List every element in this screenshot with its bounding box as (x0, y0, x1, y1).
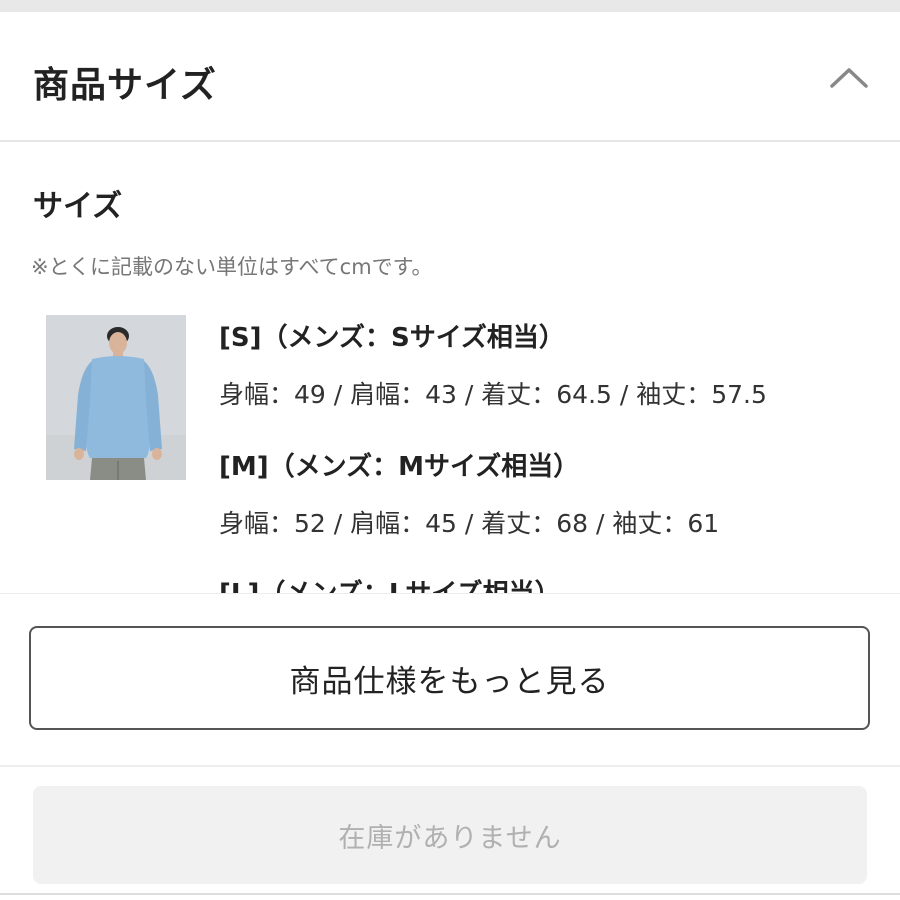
size-label: [L]（メンズ：Lサイズ相当） (219, 573, 561, 593)
size-label: [M]（メンズ：Mサイズ相当） (219, 452, 580, 482)
size-content: サイズ ※とくに記載のない単位はすべてcmです。 [S]（メンズ：Sサイズ相当）… (0, 143, 900, 593)
size-label: [S]（メンズ：Sサイズ相当） (219, 323, 565, 353)
section-header[interactable]: 商品サイズ (0, 12, 900, 142)
size-entry-l: [L]（メンズ：Lサイズ相当） (219, 573, 561, 593)
size-subtitle: サイズ (33, 189, 123, 224)
out-of-stock-button: 在庫がありません (33, 786, 867, 884)
size-measurements: 身幅：52 / 肩幅：45 / 着丈：68 / 袖丈：61 (219, 509, 720, 538)
size-measurements: 身幅：49 / 肩幅：43 / 着丈：64.5 / 袖丈：57.5 (219, 380, 767, 409)
size-entry-m: [M]（メンズ：Mサイズ相当） 身幅：52 / 肩幅：45 / 着丈：68 / … (219, 446, 719, 540)
content-divider (0, 593, 900, 594)
bottom-divider (0, 765, 900, 767)
top-strip (0, 0, 900, 12)
section-title: 商品サイズ (33, 65, 217, 106)
product-image (46, 315, 186, 480)
size-entry-s: [S]（メンズ：Sサイズ相当） 身幅：49 / 肩幅：43 / 着丈：64.5 … (219, 317, 767, 411)
chevron-up-icon[interactable] (826, 62, 872, 92)
more-specs-button[interactable]: 商品仕様をもっと見る (29, 626, 870, 730)
unit-note: ※とくに記載のない単位はすべてcmです。 (31, 255, 433, 279)
bottom-edge (0, 893, 900, 900)
